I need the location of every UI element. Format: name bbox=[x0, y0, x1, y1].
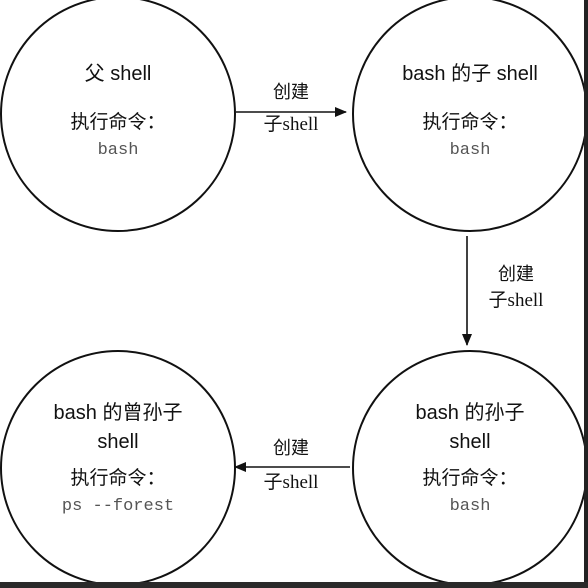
node-great-grandchild-shell: bash 的曾孙子 shell 执行命令： ps --forest bbox=[0, 350, 236, 586]
command-text: bash bbox=[449, 497, 491, 516]
node-title-line1: bash 的孙子 bbox=[415, 402, 525, 424]
command-label: 执行命令： bbox=[70, 111, 166, 133]
command-label: 执行命令： bbox=[422, 467, 518, 489]
edge-label-line1: 创建 bbox=[273, 438, 309, 459]
command-text: ps --forest bbox=[61, 497, 175, 516]
diagram-canvas: 父 shell 执行命令： bash bash 的子 shell 执行命令： b… bbox=[0, 0, 588, 588]
node-grandchild-shell: bash 的孙子 shell 执行命令： bash bbox=[352, 350, 588, 586]
node-title: 父 shell bbox=[84, 63, 152, 85]
node-parent-shell: 父 shell 执行命令： bash bbox=[0, 0, 236, 232]
bottom-edge-border bbox=[0, 582, 588, 588]
edge-label-line1: 创建 bbox=[273, 82, 309, 103]
command-label: 执行命令： bbox=[70, 467, 166, 489]
node-title-line1: bash 的曾孙子 bbox=[53, 402, 183, 424]
edge-label-line2: 子shell bbox=[263, 472, 319, 493]
edge-label-child-to-grandchild: 创建 子shell bbox=[476, 262, 556, 314]
command-label: 执行命令： bbox=[422, 111, 518, 133]
edge-label-line2: 子shell bbox=[488, 290, 544, 311]
edge-label-line2: 子shell bbox=[263, 114, 319, 135]
edge-label-line1: 创建 bbox=[498, 264, 534, 285]
node-child-shell: bash 的子 shell 执行命令： bash bbox=[352, 0, 588, 232]
command-text: bash bbox=[97, 141, 139, 160]
edge-label-grandchild-to-great-grandchild: 创建 子shell bbox=[246, 436, 336, 496]
node-title-line2: shell bbox=[449, 431, 491, 453]
command-text: bash bbox=[449, 141, 491, 160]
node-title-line2: shell bbox=[97, 431, 139, 453]
right-edge-border bbox=[584, 0, 588, 588]
node-title: bash 的子 shell bbox=[402, 63, 538, 85]
edge-label-parent-to-child: 创建 子shell bbox=[246, 80, 336, 138]
